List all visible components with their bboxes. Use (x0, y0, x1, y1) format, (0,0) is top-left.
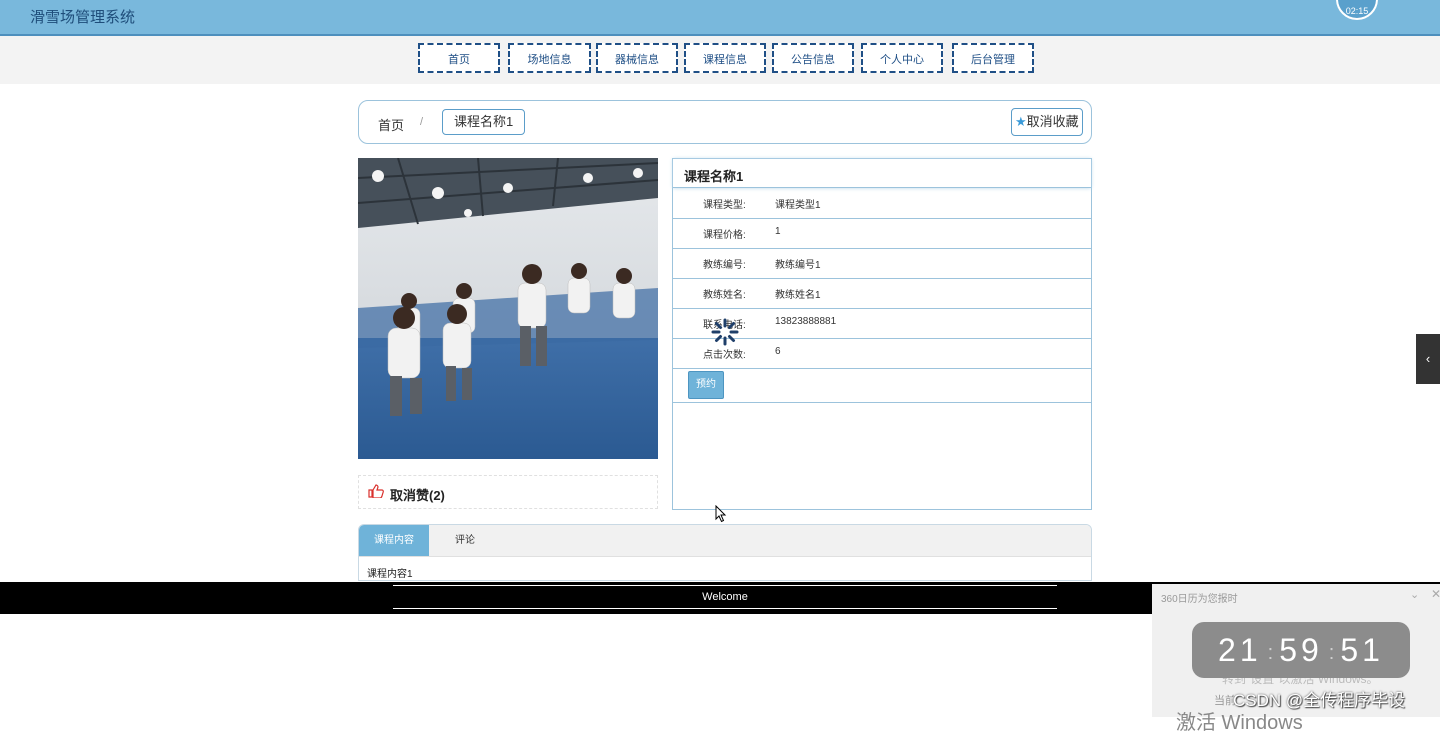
nav-item-profile[interactable]: 个人中心 (861, 43, 943, 73)
row-label: 课程类型: (703, 200, 746, 211)
clock-hours: 21 (1218, 632, 1262, 668)
watermark: CSDN @全传程序毕设 (1233, 691, 1406, 710)
digital-clock: 21:59:51 (1192, 622, 1410, 678)
top-header: 滑雪场管理系统 02:15 (0, 0, 1440, 36)
nav-item-equipment[interactable]: 器械信息 (596, 43, 678, 73)
nav-item-venue[interactable]: 场地信息 (508, 43, 591, 73)
star-icon: ★ (1015, 114, 1027, 129)
clock-badge: 02:15 (1336, 0, 1378, 20)
breadcrumb: 首页 / 课程名称1 ★取消收藏 (358, 100, 1092, 144)
close-icon[interactable]: ✕ (1431, 587, 1440, 601)
unfavorite-label: 取消收藏 (1026, 114, 1079, 129)
nav-item-course[interactable]: 课程信息 (684, 43, 766, 73)
row-label: 课程价格: (703, 230, 746, 241)
footer-divider-bottom (393, 608, 1057, 609)
widget-title: 360日历为您报时 (1161, 594, 1238, 605)
row-label: 教练编号: (703, 260, 746, 271)
nav-item-admin[interactable]: 后台管理 (952, 43, 1034, 73)
side-panel-toggle[interactable]: ‹ (1416, 334, 1440, 384)
unfavorite-button[interactable]: ★取消收藏 (1011, 108, 1083, 136)
breadcrumb-separator: / (420, 116, 424, 128)
info-row-type: 课程类型: 课程类型1 (673, 188, 1091, 219)
info-row-coach-name: 教练姓名: 教练姓名1 (673, 278, 1091, 309)
thumbs-up-icon (368, 484, 384, 503)
main-nav: 首页 场地信息 器械信息 课程信息 公告信息 个人中心 后台管理 (0, 36, 1440, 84)
row-value: 1 (775, 226, 781, 237)
loading-spinner-icon (711, 318, 739, 351)
breadcrumb-current: 课程名称1 (442, 109, 526, 135)
unlike-label: 取消赞(2) (390, 488, 445, 503)
like-box[interactable]: 取消赞(2) (358, 475, 658, 509)
info-row-coach-id: 教练编号: 教练编号1 (673, 248, 1091, 279)
row-label: 教练姓名: (703, 290, 746, 301)
course-name: 课程名称1 (673, 159, 1091, 188)
row-value: 教练姓名1 (775, 290, 821, 301)
tab-course-content[interactable]: 课程内容 (359, 525, 429, 556)
clock-minutes: 59 (1279, 632, 1323, 668)
row-value: 课程类型1 (775, 200, 821, 211)
footer-divider-top (393, 585, 1057, 586)
book-button[interactable]: 预约 (688, 371, 724, 399)
chevron-left-icon: ‹ (1425, 351, 1431, 366)
row-value: 6 (775, 346, 781, 357)
app-title: 滑雪场管理系统 (30, 9, 136, 26)
course-image (358, 158, 658, 459)
breadcrumb-home[interactable]: 首页 (378, 115, 404, 134)
tab-header: 课程内容 评论 (359, 525, 1091, 557)
row-value: 13823888881 (775, 316, 837, 327)
row-value: 教练编号1 (775, 260, 821, 271)
tab-content-text: 课程内容1 (367, 569, 413, 580)
nav-item-home[interactable]: 首页 (418, 43, 500, 73)
info-row-price: 课程价格: 1 (673, 218, 1091, 249)
divider (673, 402, 1091, 403)
chevron-down-icon[interactable]: ⌄ (1410, 588, 1419, 601)
tab-comments[interactable]: 评论 (455, 525, 475, 556)
course-tabs: 课程内容 评论 课程内容1 (358, 524, 1092, 581)
course-info-panel: 课程名称1 课程类型: 课程类型1 课程价格: 1 教练编号: 教练编号1 教练… (672, 158, 1092, 510)
nav-item-notice[interactable]: 公告信息 (772, 43, 854, 73)
clock-seconds: 51 (1340, 632, 1384, 668)
